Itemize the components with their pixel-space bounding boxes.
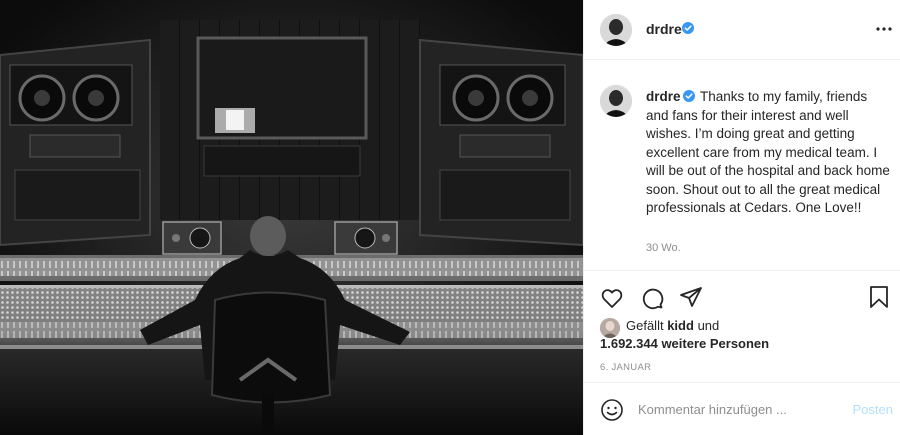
post-age[interactable]: 30 Wo. [646,242,681,254]
caption-avatar[interactable] [600,85,632,117]
likes-summary: Gefällt kidd und [626,318,719,333]
post-header: drdre [584,0,900,60]
emoji-icon[interactable] [600,398,624,422]
caption-text: drdre Thanks to my family, friends and f… [646,88,890,218]
first-liker-link[interactable]: kidd [667,318,694,333]
verified-badge-icon [682,90,695,102]
post-date[interactable]: 6. JANUAR [600,362,651,373]
post-photo[interactable] [0,0,583,435]
comment-icon[interactable] [640,286,664,310]
caption-body: Thanks to my family, friends and fans fo… [646,89,890,215]
bookmark-icon[interactable] [867,285,891,309]
likes-count[interactable]: 1.692.344 weitere Personen [600,336,769,351]
author-avatar[interactable] [600,14,632,46]
verified-badge-icon [682,22,694,34]
heart-icon[interactable] [600,286,624,310]
liker-avatar[interactable] [600,318,620,338]
post-comment-button[interactable]: Posten [853,402,893,417]
author-username[interactable]: drdre [646,21,682,37]
avatar-image [600,318,620,338]
comment-bar: Posten [584,382,900,435]
studio-image [0,0,583,435]
caption-username[interactable]: drdre [646,89,681,104]
avatar-image [600,14,632,46]
avatar-image [600,85,632,117]
comment-input[interactable] [638,399,838,419]
more-icon[interactable] [875,20,893,38]
share-icon[interactable] [679,285,703,309]
likes-prefix: Gefällt [626,318,664,333]
post-panel: drdre drdre Thanks to my family, friends… [583,0,900,435]
likes-connector: und [697,318,720,333]
